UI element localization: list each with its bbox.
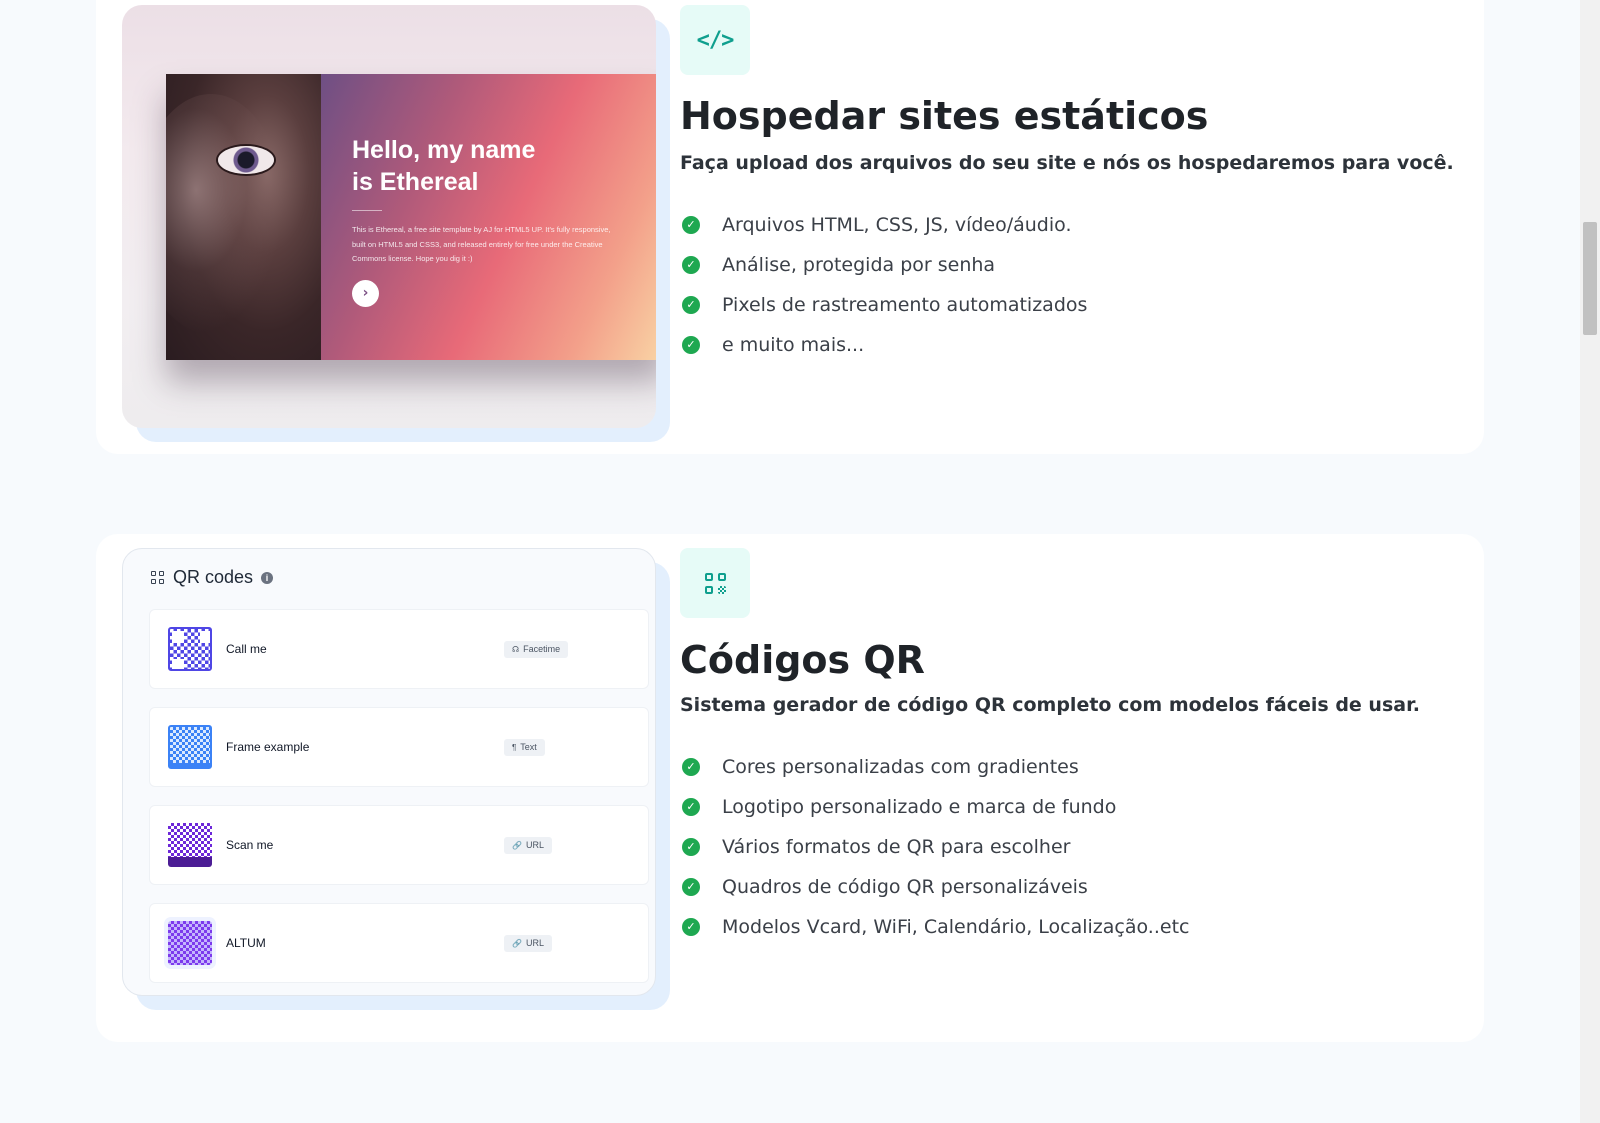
code-glyph: </> bbox=[696, 27, 735, 53]
feature-item-label: Vários formatos de QR para escolher bbox=[722, 836, 1071, 858]
qr-panel-title: QR codes bbox=[173, 567, 254, 587]
qr-codes-preview: QR codes i Call me ☊ Facetime Frame examp… bbox=[122, 548, 670, 1010]
feature-item: ✓ Pixels de rastreamento automatizados bbox=[682, 285, 1087, 325]
qr-code-thumbnail bbox=[168, 725, 212, 769]
qr-type-badge: 🔗 URL bbox=[504, 934, 552, 952]
hero-panel: Hello, my name is Ethereal This is Ether… bbox=[321, 74, 656, 360]
qr-list-item[interactable]: ALTUM 🔗 URL bbox=[149, 903, 649, 983]
feature-subtitle: Faça upload dos arquivos do seu site e n… bbox=[680, 152, 1454, 174]
check-circle-icon: ✓ bbox=[682, 256, 700, 274]
qr-panel-header: QR codes i bbox=[151, 567, 274, 588]
qr-list-item[interactable]: Frame example ¶ Text bbox=[149, 707, 649, 787]
info-icon[interactable]: i bbox=[261, 571, 274, 584]
link-icon: 🔗 bbox=[512, 938, 522, 948]
check-circle-icon: ✓ bbox=[682, 798, 700, 816]
static-site-preview: Hello, my name is Ethereal This is Ether… bbox=[122, 5, 670, 442]
preview-frame: Hello, my name is Ethereal This is Ether… bbox=[122, 5, 656, 428]
portrait-image bbox=[166, 74, 321, 360]
qr-item-name: ALTUM bbox=[226, 936, 266, 950]
feature-item-label: Quadros de código QR personalizáveis bbox=[722, 876, 1088, 898]
qr-code-thumbnail bbox=[168, 823, 212, 867]
check-circle-icon: ✓ bbox=[682, 216, 700, 234]
feature-subtitle: Sistema gerador de código QR completo co… bbox=[680, 694, 1420, 716]
qr-grid-icon bbox=[151, 571, 164, 584]
qr-item-name: Frame example bbox=[226, 740, 310, 754]
qr-type-badge: 🔗 URL bbox=[504, 836, 552, 854]
qr-codes-panel: QR codes i Call me ☊ Facetime Frame examp… bbox=[122, 548, 656, 996]
qr-type-badge: ¶ Text bbox=[504, 738, 545, 756]
feature-item: ✓ Vários formatos de QR para escolher bbox=[682, 827, 1189, 867]
link-icon: 🔗 bbox=[512, 840, 522, 850]
headset-icon: ☊ bbox=[512, 644, 520, 654]
qr-item-name: Scan me bbox=[226, 838, 274, 852]
feature-item: ✓ e muito mais... bbox=[682, 325, 1087, 365]
qr-list-item[interactable]: Call me ☊ Facetime bbox=[149, 609, 649, 689]
check-circle-icon: ✓ bbox=[682, 918, 700, 936]
feature-item: ✓ Quadros de código QR personalizáveis bbox=[682, 867, 1189, 907]
feature-item-label: e muito mais... bbox=[722, 334, 865, 356]
qr-code-icon bbox=[680, 548, 750, 618]
check-circle-icon: ✓ bbox=[682, 296, 700, 314]
feature-item-label: Modelos Vcard, WiFi, Calendário, Localiz… bbox=[722, 916, 1190, 938]
check-circle-icon: ✓ bbox=[682, 758, 700, 776]
feature-item: ✓ Logotipo personalizado e marca de fundo bbox=[682, 787, 1189, 827]
qr-code-thumbnail bbox=[168, 627, 212, 671]
feature-item: ✓ Análise, protegida por senha bbox=[682, 245, 1087, 285]
feature-item: ✓ Arquivos HTML, CSS, JS, vídeo/áudio. bbox=[682, 205, 1087, 245]
hero-divider bbox=[352, 210, 382, 211]
feature-card-static-hosting: Hello, my name is Ethereal This is Ether… bbox=[96, 0, 1484, 454]
feature-list: ✓ Arquivos HTML, CSS, JS, vídeo/áudio. ✓ A… bbox=[682, 205, 1087, 365]
hero-title: Hello, my name is Ethereal bbox=[352, 136, 536, 196]
feature-card-qr-codes: QR codes i Call me ☊ Facetime Frame examp… bbox=[96, 534, 1484, 1042]
feature-title: Códigos QR bbox=[680, 638, 925, 682]
feature-item: ✓ Cores personalizadas com gradientes bbox=[682, 747, 1189, 787]
hero-body-text: This is Ethereal, a free site template b… bbox=[352, 225, 611, 263]
feature-item-label: Análise, protegida por senha bbox=[722, 254, 996, 276]
qr-list: Call me ☊ Facetime Frame example ¶ Text Sc… bbox=[149, 609, 649, 995]
feature-item-label: Arquivos HTML, CSS, JS, vídeo/áudio. bbox=[722, 214, 1072, 236]
feature-item-label: Logotipo personalizado e marca de fundo bbox=[722, 796, 1117, 818]
qr-type-badge: ☊ Facetime bbox=[504, 640, 569, 658]
vertical-scrollbar[interactable] bbox=[1580, 0, 1600, 1123]
scrollbar-thumb[interactable] bbox=[1583, 222, 1597, 335]
feature-item: ✓ Modelos Vcard, WiFi, Calendário, Locali… bbox=[682, 907, 1189, 947]
feature-list: ✓ Cores personalizadas com gradientes ✓ Lo… bbox=[682, 747, 1189, 947]
qr-code-thumbnail bbox=[168, 921, 212, 965]
code-icon: </> bbox=[680, 5, 750, 75]
check-circle-icon: ✓ bbox=[682, 878, 700, 896]
feature-item-label: Pixels de rastreamento automatizados bbox=[722, 294, 1088, 316]
ethereal-template-banner: Hello, my name is Ethereal This is Ether… bbox=[166, 74, 656, 360]
check-circle-icon: ✓ bbox=[682, 336, 700, 354]
check-circle-icon: ✓ bbox=[682, 838, 700, 856]
paragraph-icon: ¶ bbox=[512, 742, 517, 752]
qr-item-name: Call me bbox=[226, 642, 267, 656]
qr-glyph bbox=[704, 572, 726, 594]
qr-list-item[interactable]: Scan me 🔗 URL bbox=[149, 805, 649, 885]
feature-title: Hospedar sites estáticos bbox=[680, 94, 1209, 138]
feature-item-label: Cores personalizadas com gradientes bbox=[722, 756, 1079, 778]
chevron-right-icon[interactable]: › bbox=[352, 279, 379, 307]
